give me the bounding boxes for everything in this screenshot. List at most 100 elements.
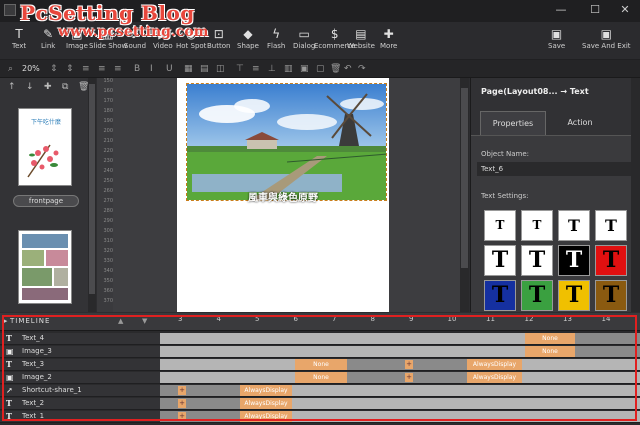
page-list-scrollbar[interactable] [88, 78, 96, 312]
border-icon[interactable]: ▤ [200, 62, 209, 76]
canvas-scroll-thumb[interactable] [461, 88, 468, 268]
timeline-segment-label[interactable]: None [525, 333, 575, 344]
bring-front-icon[interactable]: ▣ [300, 62, 309, 76]
timeline-segment[interactable] [160, 411, 180, 422]
bold-icon[interactable]: B [134, 62, 140, 76]
page-thumbnail-1[interactable]: 下午吃什麼 [18, 108, 72, 186]
timeline-segment-label[interactable]: None [525, 346, 575, 357]
text-style-option[interactable]: T [521, 245, 553, 276]
timeline-segment[interactable] [575, 333, 640, 344]
align-bottom-icon[interactable]: ⊥ [268, 62, 276, 76]
website-tool-button[interactable]: ▤ Website [347, 26, 375, 50]
redo-icon[interactable]: ↷ [358, 62, 366, 76]
down-arrow-icon[interactable]: ▼ [142, 317, 147, 325]
timeline-track[interactable]: AlwaysDisplay + [160, 398, 640, 410]
timeline-row-label[interactable]: ▣ Image_2 [0, 372, 160, 384]
tab-action[interactable]: Action [547, 111, 613, 135]
add-keyframe-button[interactable]: + [178, 399, 186, 408]
timeline-segment[interactable] [292, 398, 640, 409]
timeline-row-label[interactable]: ↗ Shortcut-share_1 [0, 385, 160, 397]
timeline-row-label[interactable]: T Text_3 [0, 359, 160, 371]
canvas-scrollbar[interactable] [460, 78, 469, 312]
dropdown-icon[interactable]: ⇕ [50, 62, 58, 76]
align-right-icon[interactable]: ≡ [114, 62, 122, 76]
save-button[interactable]: ▣ Save [548, 26, 565, 50]
add-page-icon[interactable]: ✚ [44, 82, 52, 92]
timeline-segment[interactable] [522, 359, 640, 370]
font-size-down-icon[interactable]: ⇕ [66, 62, 74, 76]
timeline-track[interactable]: None [160, 346, 640, 358]
add-keyframe-button[interactable]: + [178, 412, 186, 421]
zoom-select[interactable]: 20% [22, 62, 46, 75]
timeline-track[interactable]: None AlwaysDisplay + [160, 372, 640, 384]
shape-tool-button[interactable]: ◆ Shape [237, 26, 259, 50]
text-style-option[interactable]: T [595, 280, 627, 311]
timeline-track[interactable]: AlwaysDisplay + [160, 411, 640, 423]
frontpage-label[interactable]: frontpage [13, 195, 79, 207]
image-caption-text[interactable]: 風車與綠色原野 [248, 189, 318, 204]
text-style-option[interactable]: T [558, 245, 590, 276]
link-tool-button[interactable]: ✎ Link [41, 26, 55, 50]
send-back-icon[interactable]: ▢ [316, 62, 325, 76]
canvas-area[interactable]: 風車與綠色原野 [113, 78, 460, 312]
align-top-icon[interactable]: ⊤ [236, 62, 244, 76]
tab-properties[interactable]: Properties [480, 111, 546, 135]
text-style-option[interactable]: T [484, 280, 516, 311]
distribute-icon[interactable]: ▥ [284, 62, 293, 76]
timeline-row-label[interactable]: T Text_1 [0, 411, 160, 423]
timeline-row-label[interactable]: ▣ Image_3 [0, 346, 160, 358]
page-list-scroll-thumb[interactable] [89, 84, 95, 294]
text-style-option[interactable]: T [558, 280, 590, 311]
undo-icon[interactable]: ↶ [344, 62, 352, 76]
page-thumbnail-2[interactable] [18, 230, 72, 304]
object-name-field[interactable]: Text_6 [477, 162, 632, 176]
timeline-segment[interactable] [160, 359, 295, 370]
text-style-option[interactable]: T [558, 210, 590, 241]
timeline-segment-label[interactable]: AlwaysDisplay [467, 372, 522, 383]
timeline-row-label[interactable]: T Text_2 [0, 398, 160, 410]
fill-color-icon[interactable]: ▦ [184, 62, 193, 76]
timeline-track[interactable]: AlwaysDisplay + [160, 385, 640, 397]
windmill-image[interactable] [186, 83, 387, 201]
timeline-segment[interactable] [575, 346, 640, 357]
duplicate-page-icon[interactable]: ⧉ [62, 82, 68, 92]
timeline-segment[interactable] [160, 372, 295, 383]
move-up-icon[interactable]: ↑ [8, 82, 16, 92]
more-tool-button[interactable]: ✚ More [380, 26, 397, 50]
italic-icon[interactable]: I [150, 62, 153, 76]
move-down-icon[interactable]: ↓ [26, 82, 34, 92]
timeline-segment-label[interactable]: None [295, 359, 347, 370]
timeline-segment[interactable] [160, 385, 180, 396]
add-keyframe-button[interactable]: + [405, 360, 413, 369]
timeline-row-label[interactable]: T Text_4 [0, 333, 160, 345]
align-center-icon[interactable]: ≡ [98, 62, 106, 76]
timeline-track[interactable]: None [160, 333, 640, 345]
add-keyframe-button[interactable]: + [178, 386, 186, 395]
text-style-option[interactable]: T [521, 210, 553, 241]
timeline-segment[interactable] [160, 398, 180, 409]
timeline-segment[interactable] [160, 333, 525, 344]
timeline-segment[interactable] [292, 385, 640, 396]
up-arrow-icon[interactable]: ▲ [118, 317, 123, 325]
collapse-icon[interactable]: ▶ [2, 317, 7, 325]
maximize-button[interactable]: ☐ [584, 2, 606, 18]
timeline-segment-label[interactable]: AlwaysDisplay [240, 411, 292, 422]
timeline-segment-label[interactable]: None [295, 372, 347, 383]
align-middle-icon[interactable]: ≡ [252, 62, 260, 76]
timeline-segment[interactable] [180, 398, 240, 409]
text-style-option[interactable]: T [595, 245, 627, 276]
minimize-button[interactable]: — [550, 2, 572, 18]
text-style-option[interactable]: T [521, 280, 553, 311]
timeline-segment[interactable] [180, 385, 240, 396]
add-keyframe-button[interactable]: + [405, 373, 413, 382]
timeline-segment-label[interactable]: AlwaysDisplay [467, 359, 522, 370]
rotate-icon[interactable]: ◫ [216, 62, 225, 76]
timeline-segment[interactable] [180, 411, 240, 422]
text-style-option[interactable]: T [595, 210, 627, 241]
align-left-icon[interactable]: ≡ [82, 62, 90, 76]
timeline-segment-label[interactable]: AlwaysDisplay [240, 385, 292, 396]
text-style-option[interactable]: T [484, 245, 516, 276]
button-tool-button[interactable]: ⊡ Button [207, 26, 230, 50]
timeline-segment-label[interactable]: AlwaysDisplay [240, 398, 292, 409]
timeline-track[interactable]: None AlwaysDisplay + [160, 359, 640, 371]
